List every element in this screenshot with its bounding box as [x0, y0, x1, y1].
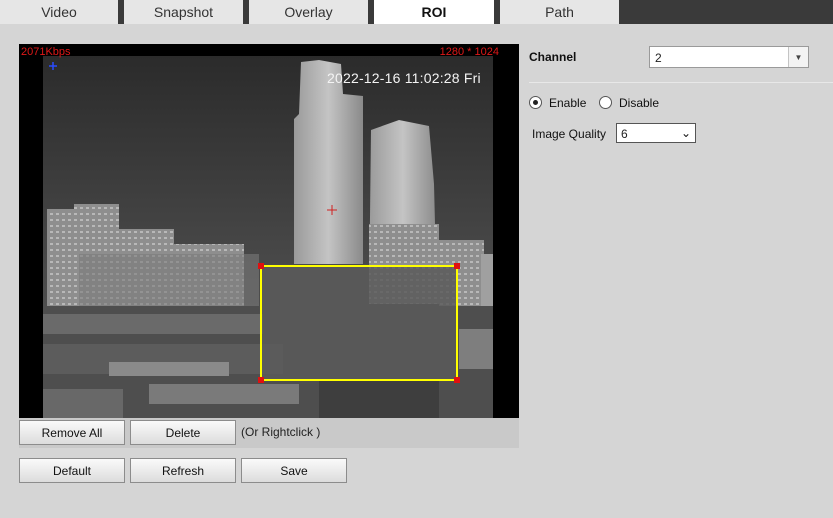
channel-value: 2 — [655, 51, 662, 65]
image-quality-select[interactable]: 6 ⌄ — [616, 123, 696, 143]
roi-handle — [454, 377, 460, 383]
tab-path[interactable]: Path — [500, 0, 619, 24]
delete-button[interactable]: Delete — [130, 420, 236, 445]
save-button[interactable]: Save — [241, 458, 347, 483]
refresh-button[interactable]: Refresh — [130, 458, 236, 483]
disable-radio[interactable] — [599, 96, 612, 109]
tab-roi[interactable]: ROI — [374, 0, 494, 24]
video-preview[interactable]: 2071Kbps 1280 * 1024 2022-12-16 11:02:28… — [19, 44, 519, 418]
bitrate-label: 2071Kbps — [21, 46, 71, 58]
tab-video[interactable]: Video — [0, 0, 118, 24]
disable-label: Disable — [619, 96, 660, 110]
tab-overlay[interactable]: Overlay — [249, 0, 368, 24]
enable-radio[interactable] — [529, 96, 542, 109]
tab-snapshot[interactable]: Snapshot — [124, 0, 243, 24]
roi-handle — [258, 377, 264, 383]
default-button[interactable]: Default — [19, 458, 125, 483]
roi-handle — [258, 263, 264, 269]
resolution-label: 1280 * 1024 — [439, 46, 499, 58]
roi-handle — [454, 263, 460, 269]
remove-all-button[interactable]: Remove All — [19, 420, 125, 445]
image-quality-value: 6 — [621, 127, 628, 141]
chevron-down-icon[interactable]: ⌄ — [681, 126, 691, 140]
channel-select[interactable]: 2 ▼ — [649, 46, 809, 68]
rightclick-hint: (Or Rightclick ) — [241, 425, 321, 439]
enable-label: Enable — [549, 96, 587, 110]
tab-bar: Video Snapshot Overlay ROI Path — [0, 0, 833, 24]
channel-label: Channel — [529, 50, 577, 64]
thermal-scene-image — [43, 56, 493, 418]
divider — [529, 82, 833, 83]
image-quality-label: Image Quality — [532, 127, 607, 141]
chevron-down-icon[interactable]: ▼ — [788, 47, 808, 67]
timestamp-overlay: 2022-12-16 11:02:28 Fri — [327, 70, 481, 86]
